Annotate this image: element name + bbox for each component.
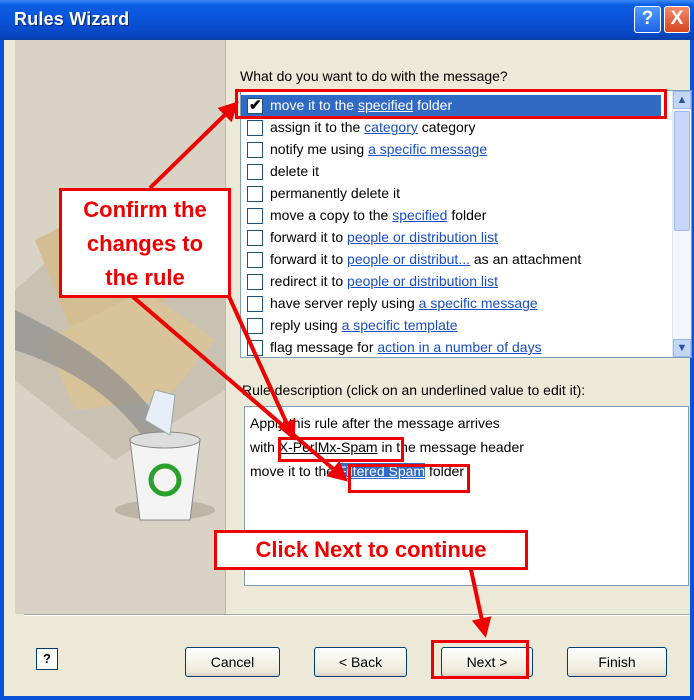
action-item-permanently-delete[interactable]: permanently delete it: [245, 183, 665, 205]
help-button[interactable]: ?: [36, 648, 58, 670]
action-label: move a copy to the specified folder: [270, 207, 486, 223]
action-link[interactable]: specified: [392, 207, 447, 223]
action-item-server-reply[interactable]: have server reply using a specific messa…: [245, 293, 665, 315]
action-link[interactable]: a specific message: [368, 141, 487, 157]
checkbox[interactable]: [247, 120, 263, 136]
highlight-selected-action: [235, 89, 667, 119]
action-label: assign it to the category category: [270, 119, 475, 135]
window-title: Rules Wizard: [14, 9, 130, 29]
checkbox[interactable]: [247, 274, 263, 290]
action-text: have server reply using: [270, 295, 419, 311]
title-help-button[interactable]: ?: [634, 6, 661, 33]
scroll-up-icon[interactable]: ▲: [673, 91, 691, 109]
checkbox[interactable]: [247, 164, 263, 180]
actions-listbox[interactable]: ✔ move it to the specified folder assign…: [240, 90, 692, 358]
action-text: redirect it to: [270, 273, 348, 289]
highlight-header-value: [278, 437, 404, 462]
scroll-down-icon[interactable]: ▼: [673, 339, 691, 357]
action-label: notify me using a specific message: [270, 141, 487, 157]
title-bar: Rules Wizard ? X: [0, 0, 694, 40]
confirm-callout-line-2: changes to: [86, 231, 204, 256]
scroll-thumb[interactable]: [674, 111, 690, 231]
action-label: forward it to people or distribut... as …: [270, 251, 581, 267]
next-callout: Click Next to continue: [214, 530, 528, 570]
checkbox[interactable]: [247, 208, 263, 224]
action-item-redirect[interactable]: redirect it to people or distribution li…: [245, 271, 665, 293]
action-link[interactable]: a specific message: [419, 295, 538, 311]
action-text: move a copy to the: [270, 207, 393, 223]
action-text: folder: [447, 207, 487, 223]
action-text: flag message for: [270, 339, 378, 355]
confirm-callout-line-1: Confirm the: [83, 197, 207, 222]
action-link[interactable]: people or distribution list: [347, 229, 498, 245]
back-button[interactable]: < Back: [314, 647, 407, 677]
action-label: reply using a specific template: [270, 317, 458, 333]
action-label: permanently delete it: [270, 185, 400, 201]
description-text: move it to the: [250, 463, 338, 479]
actions-heading: What do you want to do with the message?: [240, 68, 508, 84]
action-label: redirect it to people or distribution li…: [270, 273, 498, 289]
close-button[interactable]: X: [664, 6, 690, 33]
checkbox[interactable]: [247, 186, 263, 202]
highlight-next-button: [431, 640, 529, 679]
action-label: forward it to people or distribution lis…: [270, 229, 498, 245]
action-link[interactable]: people or distribut...: [347, 251, 470, 267]
highlight-folder-value: [348, 464, 470, 493]
wastebin-illustration-icon: [15, 40, 225, 614]
checkbox[interactable]: [247, 252, 263, 268]
wizard-illustration: [15, 40, 226, 614]
checkbox[interactable]: [247, 318, 263, 334]
action-item-forward-attachment[interactable]: forward it to people or distribut... as …: [245, 249, 665, 271]
description-line-1: Apply this rule after the message arrive…: [250, 415, 500, 431]
action-item-assign-category[interactable]: assign it to the category category: [245, 117, 665, 139]
action-link[interactable]: people or distribution list: [347, 273, 498, 289]
description-heading: Rule description (click on an underlined…: [242, 382, 586, 398]
action-text: assign it to the: [270, 119, 365, 135]
action-item-forward[interactable]: forward it to people or distribution lis…: [245, 227, 665, 249]
checkbox[interactable]: [247, 142, 263, 158]
action-label: delete it: [270, 163, 320, 179]
description-text: with: [250, 439, 279, 455]
action-link[interactable]: a specific template: [342, 317, 458, 333]
confirm-callout-line-3: the rule: [105, 265, 185, 290]
action-text: category: [417, 119, 476, 135]
action-text: forward it to: [270, 251, 348, 267]
action-text: notify me using: [270, 141, 369, 157]
action-link[interactable]: category: [364, 119, 418, 135]
action-label: flag message for action in a number of d…: [270, 339, 542, 355]
action-item-notify[interactable]: notify me using a specific message: [245, 139, 665, 161]
action-item-reply-template[interactable]: reply using a specific template: [245, 315, 665, 337]
checkbox[interactable]: [247, 230, 263, 246]
checkbox[interactable]: [247, 340, 263, 356]
action-item-delete[interactable]: delete it: [245, 161, 665, 183]
separator: [24, 614, 690, 616]
action-item-flag[interactable]: flag message for action in a number of d…: [245, 337, 665, 357]
list-scrollbar[interactable]: ▲ ▼: [672, 91, 691, 357]
confirm-callout: Confirm the changes to the rule: [59, 188, 231, 298]
finish-button[interactable]: Finish: [567, 647, 667, 677]
action-text: as an attachment: [470, 251, 582, 267]
action-label: have server reply using a specific messa…: [270, 295, 538, 311]
action-text: forward it to: [270, 229, 348, 245]
checkbox[interactable]: [247, 296, 263, 312]
action-link[interactable]: action in a number of days: [377, 339, 541, 355]
action-text: reply using: [270, 317, 342, 333]
cancel-button[interactable]: Cancel: [185, 647, 280, 677]
action-item-move-copy[interactable]: move a copy to the specified folder: [245, 205, 665, 227]
